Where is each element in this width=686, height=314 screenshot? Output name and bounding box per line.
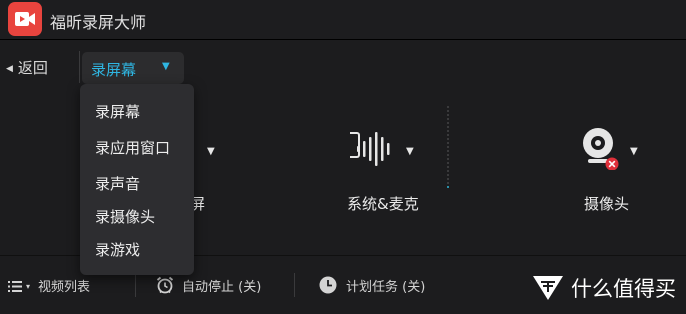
dropdown-item-record-window[interactable]: 录应用窗口 (95, 137, 170, 158)
bottom-divider (294, 273, 295, 297)
dropdown-item-record-game[interactable]: 录游戏 (95, 239, 140, 260)
watermark: 什么值得买 (531, 272, 676, 303)
record-mode-value: 录屏幕 (91, 61, 137, 79)
auto-stop-label: 自动停止 (关) (182, 280, 262, 295)
video-list-button[interactable]: ▾ 视频列表 (8, 276, 90, 295)
record-mode-select[interactable]: 录屏幕 ▼ (82, 52, 184, 84)
audio-level-meter (445, 106, 453, 192)
audio-source[interactable]: ▼ 系统&麦克 (340, 94, 440, 254)
alarm-clock-icon (156, 276, 174, 294)
sound-wave-icon (357, 132, 390, 166)
clock-icon (319, 276, 337, 294)
audio-source-caret-icon[interactable]: ▼ (406, 146, 414, 157)
dropdown-item-record-screen[interactable]: 录屏幕 (95, 101, 140, 122)
audio-source-label: 系统&麦克 (347, 195, 419, 213)
webcam-icon (583, 128, 619, 170)
back-label: 返回 (17, 59, 48, 77)
toolbar-divider (79, 51, 80, 83)
title-bar: 福昕录屏大师 (0, 0, 686, 40)
dropdown-item-record-audio[interactable]: 录声音 (95, 173, 140, 194)
record-mode-dropdown: 录屏幕 录应用窗口 录声音 录摄像头 录游戏 (80, 84, 194, 275)
dropdown-item-record-camera[interactable]: 录摄像头 (95, 206, 155, 227)
chevron-down-icon: ▾ (26, 282, 31, 291)
camera-source-label: 摄像头 (584, 195, 630, 213)
auto-stop-button[interactable]: 自动停止 (关) (156, 276, 261, 295)
app-logo-icon (8, 2, 42, 36)
schedule-task-button[interactable]: 计划任务 (关) (319, 276, 425, 295)
watermark-logo-icon (533, 276, 563, 300)
app-title: 福昕录屏大师 (50, 13, 147, 32)
camera-source-caret-icon[interactable]: ▼ (630, 146, 638, 157)
bottom-divider (135, 273, 136, 297)
watermark-text: 什么值得买 (571, 277, 676, 301)
back-button[interactable]: ◀ 返回 (6, 57, 48, 78)
schedule-task-label: 计划任务 (关) (346, 280, 426, 295)
chevron-down-icon: ▼ (162, 61, 170, 72)
video-list-label: 视频列表 (38, 280, 91, 295)
screen-source-caret-icon[interactable]: ▼ (207, 146, 215, 157)
list-icon (8, 281, 22, 292)
back-arrow-icon: ◀ (6, 64, 13, 74)
camera-source[interactable]: ▼ 摄像头 (570, 94, 670, 254)
